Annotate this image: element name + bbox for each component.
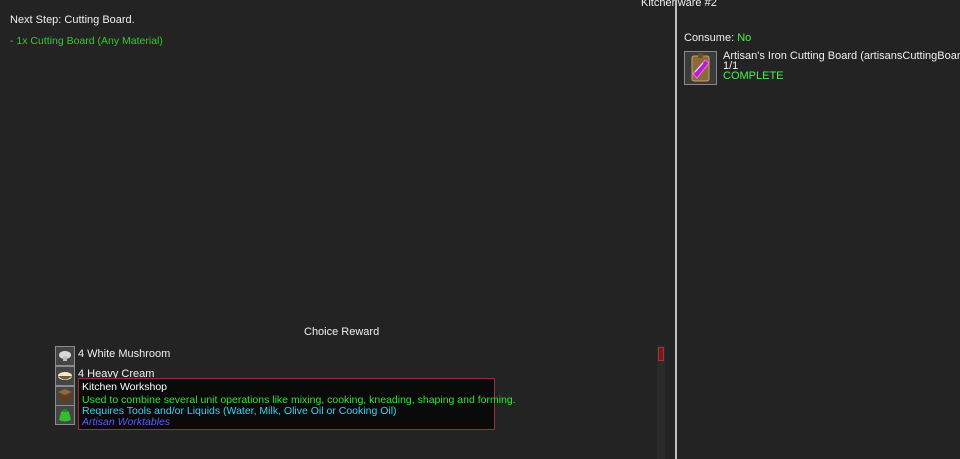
reward-slot-1[interactable] [55,346,75,366]
tooltip-mod-name: Artisan Worktables [82,416,171,428]
panel-divider [675,0,677,459]
tooltip-title: Kitchen Workshop [82,381,168,393]
workshop-block-icon [58,389,72,403]
quest-title: Kitchenware #2 [641,0,717,9]
requirement-text: - 1x Cutting Board (Any Material) [10,35,163,47]
reward-label: 4 White Mushroom [78,348,171,360]
mushroom-icon [59,351,71,361]
reward-slot-2[interactable] [55,366,75,386]
cutting-board-icon[interactable] [684,51,717,85]
reward-slot-3[interactable] [55,386,75,406]
reward-slot-4[interactable] [55,405,75,425]
cream-bowl-icon [58,372,72,380]
rewards-scrollbar[interactable] [657,345,665,459]
item-tooltip: Kitchen Workshop Used to combine several… [78,378,516,430]
scrollbar-thumb[interactable] [658,347,664,361]
required-item-name: Artisan's Iron Cutting Board (artisansCu… [723,50,960,62]
consume-label: Consume: [684,32,735,44]
green-sack-icon [59,409,71,422]
consume-row: Consume: No [684,32,751,44]
next-step-text: Next Step: Cutting Board. [10,14,135,26]
required-item-status: COMPLETE [723,70,784,82]
consume-value: No [737,32,752,44]
choice-reward-title: Choice Reward [304,326,380,338]
